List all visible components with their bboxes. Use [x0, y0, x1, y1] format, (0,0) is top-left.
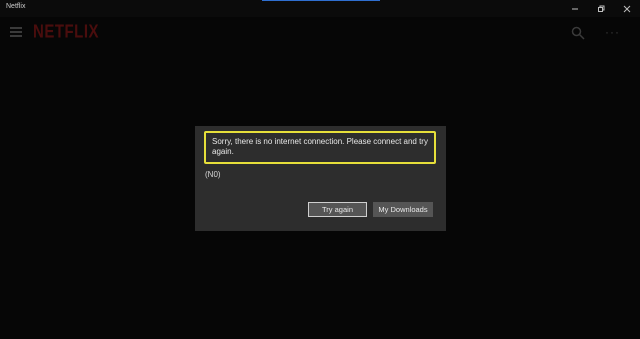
- title-bar: Netflix: [0, 0, 640, 17]
- search-icon[interactable]: [571, 26, 585, 40]
- error-message-highlight: Sorry, there is no internet connection. …: [204, 131, 436, 164]
- window-title: Netflix: [6, 3, 26, 10]
- error-dialog: Sorry, there is no internet connection. …: [195, 126, 446, 231]
- error-message: Sorry, there is no internet connection. …: [212, 137, 428, 156]
- try-again-button[interactable]: Try again: [308, 202, 367, 217]
- my-downloads-button[interactable]: My Downloads: [373, 202, 433, 217]
- hamburger-icon[interactable]: [10, 27, 22, 37]
- close-window-button[interactable]: [614, 0, 640, 17]
- minimize-button[interactable]: [562, 0, 588, 17]
- restore-icon: [598, 5, 605, 12]
- minimize-icon: [572, 8, 578, 9]
- title-bar-accent: [262, 0, 380, 1]
- error-code: (N0): [205, 170, 221, 179]
- more-icon[interactable]: ···: [605, 25, 621, 39]
- close-icon: [623, 5, 631, 12]
- app-bar: NETFLIX ···: [0, 17, 640, 47]
- netflix-logo[interactable]: NETFLIX: [33, 22, 99, 42]
- window-controls: [562, 0, 640, 17]
- maximize-button[interactable]: [588, 0, 614, 17]
- app-window: Netflix NETFLIX ··· Sorry, there is no i…: [0, 0, 640, 339]
